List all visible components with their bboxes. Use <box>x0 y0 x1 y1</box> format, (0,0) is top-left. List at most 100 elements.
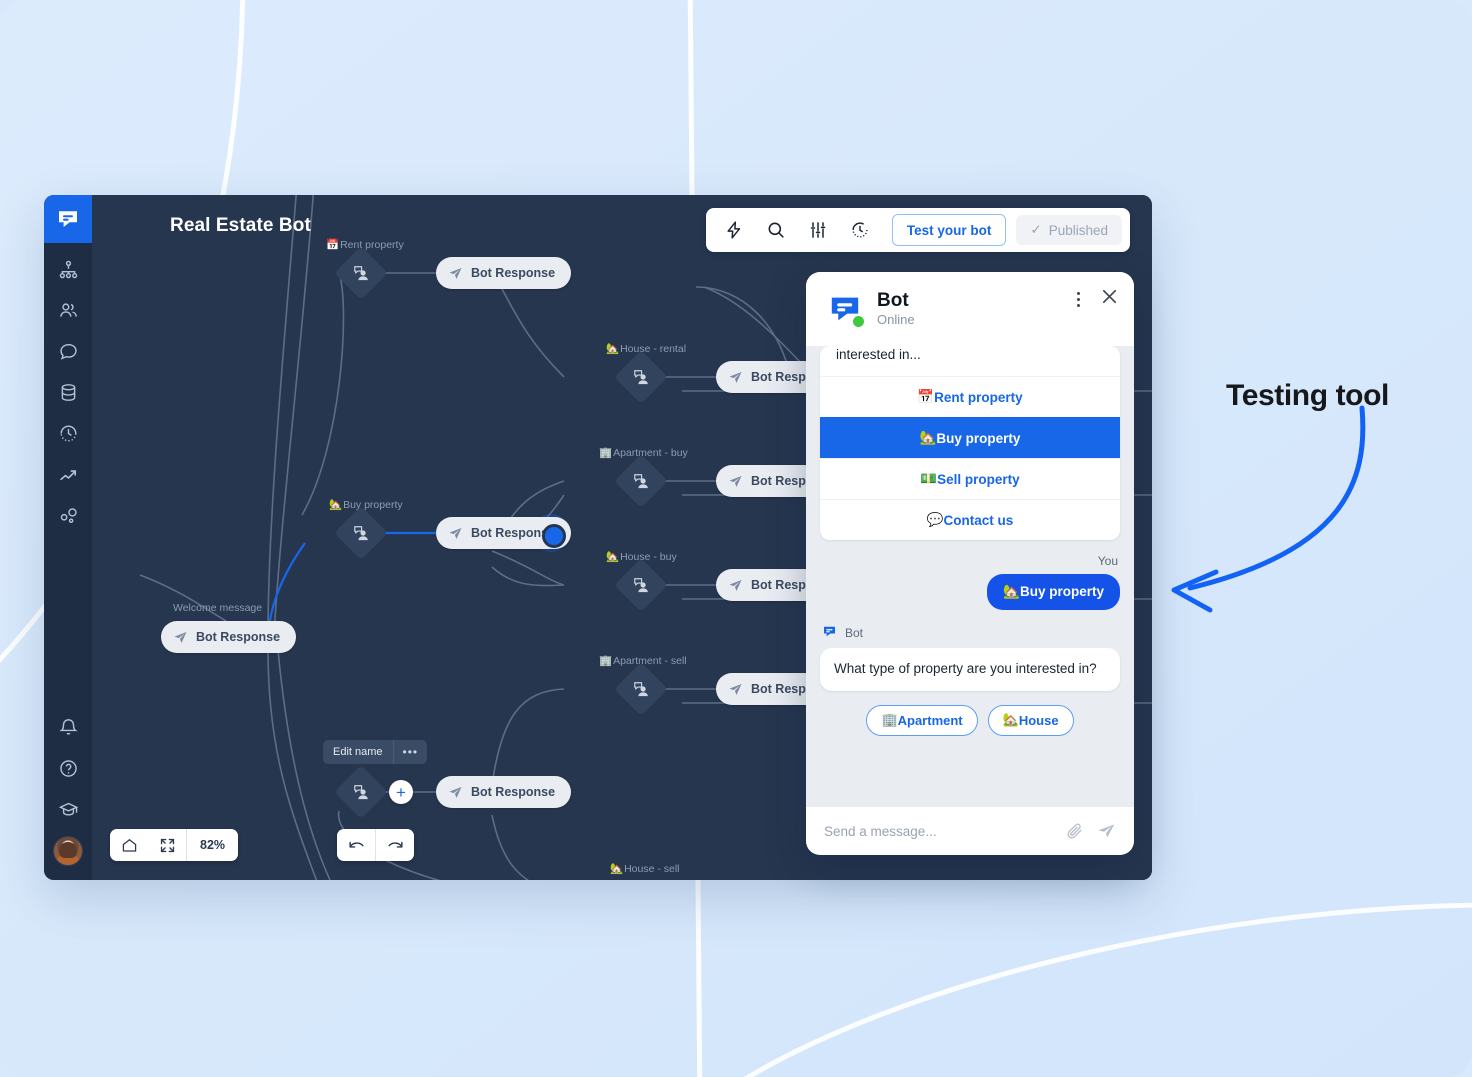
node-text: Bot Response <box>196 630 281 644</box>
undo-button[interactable] <box>337 829 375 861</box>
chat-input-bar[interactable]: Send a message... <box>806 807 1134 855</box>
card-option-buy-property[interactable]: 🏡 Buy property <box>820 417 1120 459</box>
check-icon: ✓ <box>1030 222 1042 237</box>
fit-screen-button[interactable] <box>148 829 186 861</box>
bot-response-node-root[interactable]: Bot Response <box>161 621 297 653</box>
close-icon[interactable] <box>1099 286 1120 312</box>
card-option-rent-property[interactable]: 📅 Rent property <box>820 376 1120 417</box>
chat-identity: Bot Online <box>877 290 915 327</box>
calendar-emoji: 📅 <box>917 389 935 406</box>
history-icon <box>60 425 76 442</box>
kebab-menu-icon[interactable] <box>1069 288 1087 310</box>
history-clock-icon <box>852 222 868 238</box>
undo-redo-toolbar <box>337 829 414 861</box>
chatbot-logo-icon[interactable] <box>44 195 92 243</box>
house-emoji: 🏡 <box>919 430 937 447</box>
database-icon <box>61 384 75 401</box>
chat-header-actions <box>1069 286 1120 312</box>
message-sender-bot: Bot <box>822 624 1118 642</box>
selection-handle[interactable] <box>542 524 566 548</box>
node-label-house-sell: 🏡House - sell <box>610 863 680 875</box>
edit-name-button[interactable]: Edit name <box>323 746 393 758</box>
house-emoji: 🏡 <box>606 343 620 355</box>
sidebar-item-users[interactable] <box>44 290 92 331</box>
send-plane-icon <box>728 682 743 697</box>
academy-button[interactable] <box>44 789 92 830</box>
send-plane-icon <box>448 785 463 800</box>
analytics-icon <box>59 470 76 481</box>
quick-reply-apartment[interactable]: 🏢 Apartment <box>866 705 978 737</box>
left-rail <box>44 195 92 880</box>
sliders-icon <box>810 222 826 238</box>
search-button[interactable] <box>756 213 796 247</box>
node-label-house-rental: 🏡House - rental <box>606 343 687 355</box>
bot-options-card: interested in... 📅 Rent property 🏡 Buy pro… <box>820 346 1120 541</box>
question-icon <box>631 679 651 699</box>
quick-reply-house[interactable]: 🏡 House <box>987 705 1074 737</box>
more-options-button[interactable]: ••• <box>394 745 428 759</box>
integrations-icon <box>60 508 77 524</box>
chatbot-logo-icon <box>822 624 837 642</box>
zoom-level[interactable]: 82% <box>187 838 238 852</box>
redo-icon <box>387 841 403 848</box>
node-text: Bot Response <box>471 785 556 799</box>
help-icon <box>59 760 77 777</box>
annotation-arrow <box>1171 405 1366 613</box>
send-plane-icon <box>448 526 463 541</box>
online-status-dot <box>851 314 866 329</box>
home-icon <box>122 838 136 852</box>
message-input-placeholder[interactable]: Send a message... <box>824 824 1053 839</box>
academy-icon <box>58 802 78 816</box>
sidebar-item-chats[interactable] <box>44 331 92 372</box>
bot-label: Bot <box>845 626 864 641</box>
question-icon <box>351 263 371 283</box>
home-button[interactable] <box>110 829 148 861</box>
flows-icon <box>59 260 77 279</box>
version-history-button[interactable] <box>840 213 880 247</box>
settings-button[interactable] <box>798 213 838 247</box>
status-badge: Published <box>1048 222 1108 238</box>
speech-emoji: 💬 <box>926 512 944 529</box>
redo-button[interactable] <box>376 829 414 861</box>
published-status[interactable]: ✓ Published <box>1016 215 1122 245</box>
house-emoji: 🏡 <box>329 499 343 511</box>
sidebar-item-database[interactable] <box>44 372 92 413</box>
sidebar-item-history[interactable] <box>44 413 92 454</box>
question-icon <box>631 471 651 491</box>
question-icon <box>351 782 371 802</box>
node-context-menu[interactable]: Edit name ••• <box>323 740 428 764</box>
chat-bot-avatar <box>824 288 866 330</box>
send-icon[interactable] <box>1096 821 1116 841</box>
help-button[interactable] <box>44 748 92 789</box>
node-text: Bot Response <box>471 266 556 280</box>
bolt-button[interactable] <box>714 213 754 247</box>
paperclip-icon[interactable] <box>1065 822 1084 841</box>
message-sender-user: You <box>1097 554 1118 569</box>
sidebar-item-integrations[interactable] <box>44 495 92 536</box>
sidebar-item-analytics[interactable] <box>44 454 92 495</box>
node-label-welcome-message: Welcome message <box>173 602 263 614</box>
question-icon <box>631 367 651 387</box>
building-emoji: 🏢 <box>599 447 613 459</box>
zoom-toolbar: 82% <box>110 829 239 861</box>
bot-response-node[interactable]: Bot Response <box>436 776 572 808</box>
sidebar-item-flows[interactable] <box>44 249 92 290</box>
page-title: Real Estate Bot <box>170 215 311 236</box>
test-your-bot-button[interactable]: Test your bot <box>891 214 1007 246</box>
money-emoji: 💵 <box>920 471 938 488</box>
house-emoji: 🏡 <box>610 863 624 875</box>
add-node-button[interactable]: + <box>389 780 413 804</box>
send-plane-icon <box>728 578 743 593</box>
question-icon <box>631 575 651 595</box>
notifications-button[interactable] <box>44 707 92 748</box>
card-option-contact-us[interactable]: 💬 Contact us <box>820 499 1120 540</box>
avatar[interactable] <box>53 836 83 866</box>
chats-icon <box>59 343 77 360</box>
users-icon <box>59 303 77 317</box>
bot-response-node[interactable]: Bot Response <box>436 257 572 289</box>
chat-messages[interactable]: interested in... 📅 Rent property 🏡 Buy pro… <box>806 346 1134 807</box>
chat-header: Bot Online <box>806 272 1134 346</box>
card-option-sell-property[interactable]: 💵 Sell property <box>820 458 1120 499</box>
fit-screen-icon <box>160 838 174 852</box>
bot-message-bubble: What type of property are you interested… <box>820 648 1120 692</box>
